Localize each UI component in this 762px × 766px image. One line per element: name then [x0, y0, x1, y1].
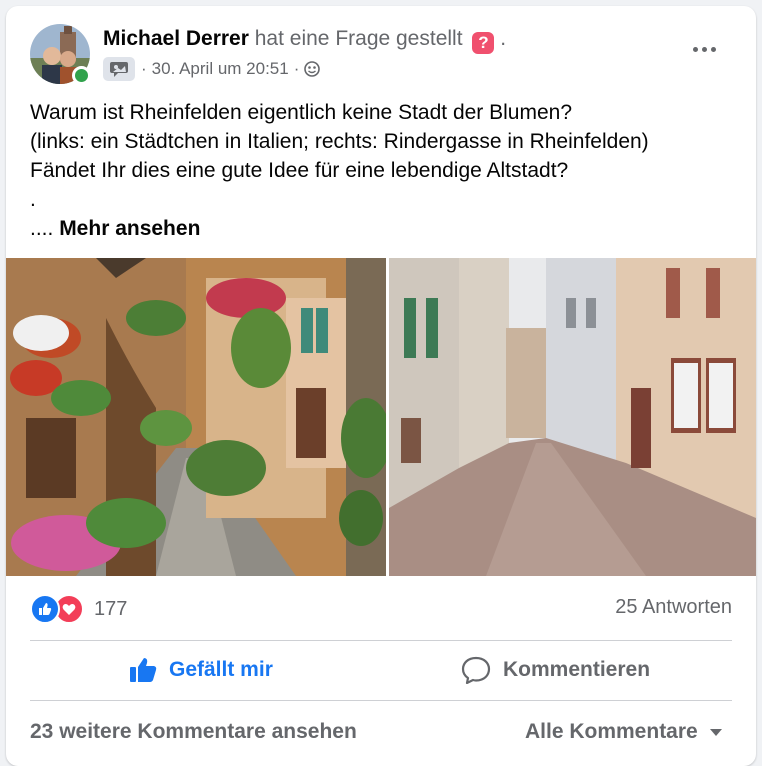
like-button[interactable]: Gefällt mir: [129, 652, 273, 688]
post-text-line: .: [30, 188, 36, 211]
globe-icon[interactable]: [304, 61, 321, 77]
divider: [30, 640, 732, 641]
comment-filter-label: Alle Kommentare: [525, 720, 698, 743]
divider: [30, 700, 732, 701]
author-line: Michael Derrer hat eine Frage gestellt ?…: [103, 26, 506, 54]
photo-rindergasse[interactable]: [389, 258, 756, 576]
reaction-count: 177: [94, 597, 128, 620]
post-date[interactable]: 30. April um 20:51: [152, 59, 289, 79]
view-more-comments-link[interactable]: 23 weitere Kommentare ansehen: [30, 720, 357, 744]
post-photos: [6, 258, 756, 576]
meta-separator: ·: [293, 59, 300, 78]
post-text-line: Warum ist Rheinfelden eigentlich keine S…: [30, 101, 573, 124]
comment-filter-dropdown[interactable]: Alle Kommentare: [525, 720, 722, 744]
photo-italian-alley[interactable]: [6, 258, 391, 576]
post-meta: · 30. April um 20:51 ·: [103, 56, 321, 82]
question-mark-icon: ?: [472, 32, 495, 54]
thumbs-up-icon: [130, 658, 157, 682]
online-status-indicator: [72, 66, 91, 85]
more-options-icon[interactable]: [684, 34, 724, 64]
see-more-link[interactable]: Mehr ansehen: [59, 217, 200, 240]
ellipsis: ....: [30, 217, 54, 240]
author-name[interactable]: Michael Derrer: [103, 27, 249, 50]
reaction-summary[interactable]: 177: [30, 594, 127, 624]
post-action-text: hat eine Frage gestellt: [254, 27, 463, 50]
post-text: Warum ist Rheinfelden eigentlich keine S…: [30, 98, 730, 243]
like-button-label: Gefällt mir: [169, 658, 273, 681]
comment-button[interactable]: Kommentieren: [461, 652, 650, 688]
post-text-line: Fändet Ihr dies eine gute Idee für eine …: [30, 159, 569, 182]
meta-separator: ·: [141, 59, 147, 78]
comment-icon: [461, 656, 491, 684]
post-card: Michael Derrer hat eine Frage gestellt ?…: [6, 6, 756, 766]
chevron-down-icon: [709, 728, 722, 736]
see-more-line: .... Mehr ansehen: [30, 214, 730, 243]
answers-count-link[interactable]: 25 Antworten: [615, 596, 732, 619]
question-post-icon: [103, 57, 135, 81]
comment-button-label: Kommentieren: [503, 658, 651, 681]
post-text-line: (links: ein Städtchen in Italien; rechts…: [30, 130, 649, 153]
trailing-dot: .: [500, 27, 507, 50]
post-header: Michael Derrer hat eine Frage gestellt ?…: [6, 6, 756, 96]
like-reaction-icon: [30, 594, 60, 624]
